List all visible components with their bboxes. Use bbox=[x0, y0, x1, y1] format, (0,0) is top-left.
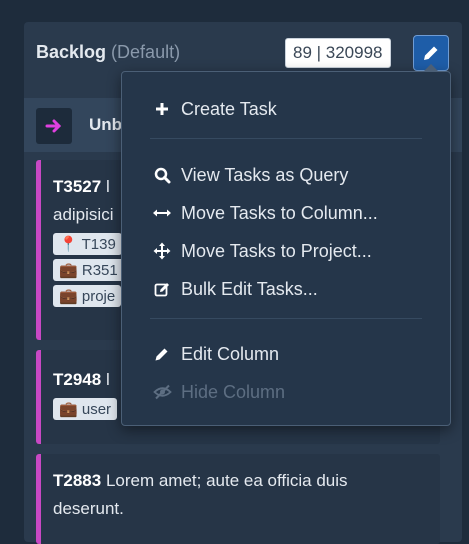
menu-item-label: View Tasks as Query bbox=[181, 164, 349, 185]
column-count-badge: 89 | 320998 bbox=[285, 38, 391, 68]
swimlane-label: Unb bbox=[89, 115, 123, 134]
column-actions-menu: Create Task View Tasks as Query Move Tas… bbox=[121, 64, 451, 426]
search-icon bbox=[151, 167, 173, 184]
task-card[interactable]: T2883 Lorem amet; aute ea officia duis d… bbox=[36, 454, 440, 544]
column-title-text: Backlog bbox=[36, 42, 107, 62]
menu-item-label: Move Tasks to Column... bbox=[181, 202, 378, 223]
task-id: T3527 bbox=[53, 177, 102, 196]
task-tag[interactable]: 💼 user bbox=[53, 398, 118, 420]
menu-item-label: Bulk Edit Tasks... bbox=[181, 278, 318, 299]
edit-square-icon bbox=[151, 281, 173, 298]
tag-label: proje bbox=[81, 288, 116, 305]
task-title-text: l bbox=[105, 370, 110, 389]
arrow-right-icon bbox=[36, 108, 72, 144]
task-id: T2948 bbox=[53, 370, 102, 389]
menu-item-label: Move Tasks to Project... bbox=[181, 240, 372, 261]
menu-item-label: Edit Column bbox=[181, 343, 280, 364]
tag-label: T139 bbox=[81, 236, 116, 253]
task-tag[interactable]: 💼 proje bbox=[53, 285, 122, 307]
briefcase-icon: 💼 bbox=[59, 288, 78, 305]
eye-slash-icon bbox=[151, 384, 173, 400]
menu-item-hide-column: Hide Column bbox=[122, 375, 450, 409]
column-title: Backlog (Default) bbox=[36, 42, 180, 63]
menu-caret bbox=[423, 64, 439, 72]
menu-item-label: Hide Column bbox=[181, 381, 286, 402]
tag-label: R351 bbox=[81, 262, 118, 279]
menu-item-bulk-edit-tasks[interactable]: Bulk Edit Tasks... bbox=[122, 272, 450, 306]
menu-item-label: Create Task bbox=[181, 98, 277, 119]
task-card-title[interactable]: T2883 Lorem amet; aute ea officia duis bbox=[53, 467, 440, 495]
task-tag[interactable]: 💼 R351 bbox=[53, 259, 124, 281]
pencil-icon bbox=[424, 46, 438, 60]
briefcase-icon: 💼 bbox=[59, 401, 78, 418]
tag-label: user bbox=[81, 401, 112, 418]
plus-icon bbox=[151, 101, 173, 117]
menu-divider bbox=[150, 138, 422, 139]
task-title-text: deserunt. bbox=[53, 499, 124, 518]
menu-item-create-task[interactable]: Create Task bbox=[122, 92, 450, 126]
menu-item-move-tasks-to-project[interactable]: Move Tasks to Project... bbox=[122, 234, 450, 268]
task-title-text: Lorem amet; aute ea officia duis bbox=[105, 471, 348, 490]
menu-divider bbox=[150, 318, 422, 319]
arrows-horizontal-icon bbox=[151, 207, 173, 219]
pencil-icon bbox=[151, 346, 173, 362]
menu-item-view-tasks-as-query[interactable]: View Tasks as Query bbox=[122, 158, 450, 192]
task-title-text: l bbox=[105, 177, 110, 196]
move-icon bbox=[151, 242, 173, 260]
map-pin-icon: 📍 bbox=[59, 236, 78, 253]
task-tag[interactable]: 📍 T139 bbox=[53, 233, 122, 255]
menu-item-move-tasks-to-column[interactable]: Move Tasks to Column... bbox=[122, 196, 450, 230]
briefcase-icon: 💼 bbox=[59, 262, 78, 279]
column-subtitle: (Default) bbox=[111, 42, 181, 62]
task-id: T2883 bbox=[53, 471, 102, 490]
menu-item-edit-column[interactable]: Edit Column bbox=[122, 337, 450, 371]
